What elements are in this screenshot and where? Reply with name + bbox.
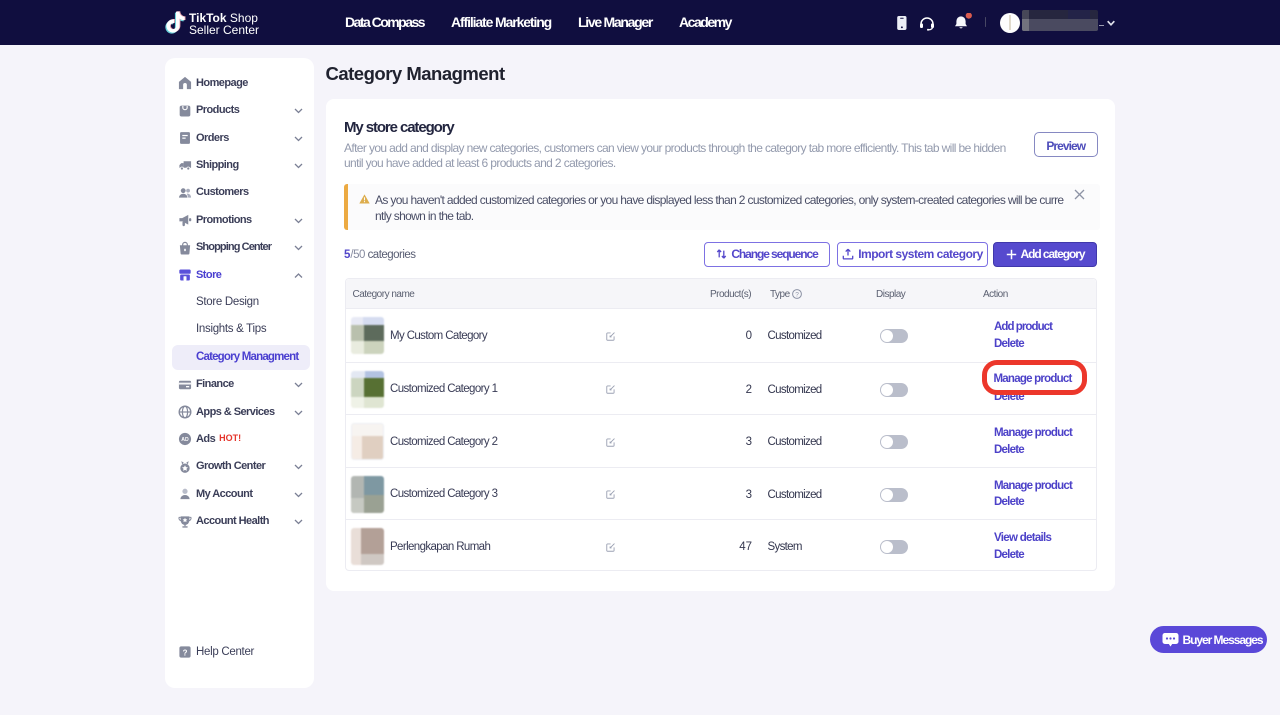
svg-text:?: ?	[795, 291, 799, 298]
svg-text:?: ?	[182, 648, 187, 657]
svg-text:AD: AD	[181, 438, 189, 444]
